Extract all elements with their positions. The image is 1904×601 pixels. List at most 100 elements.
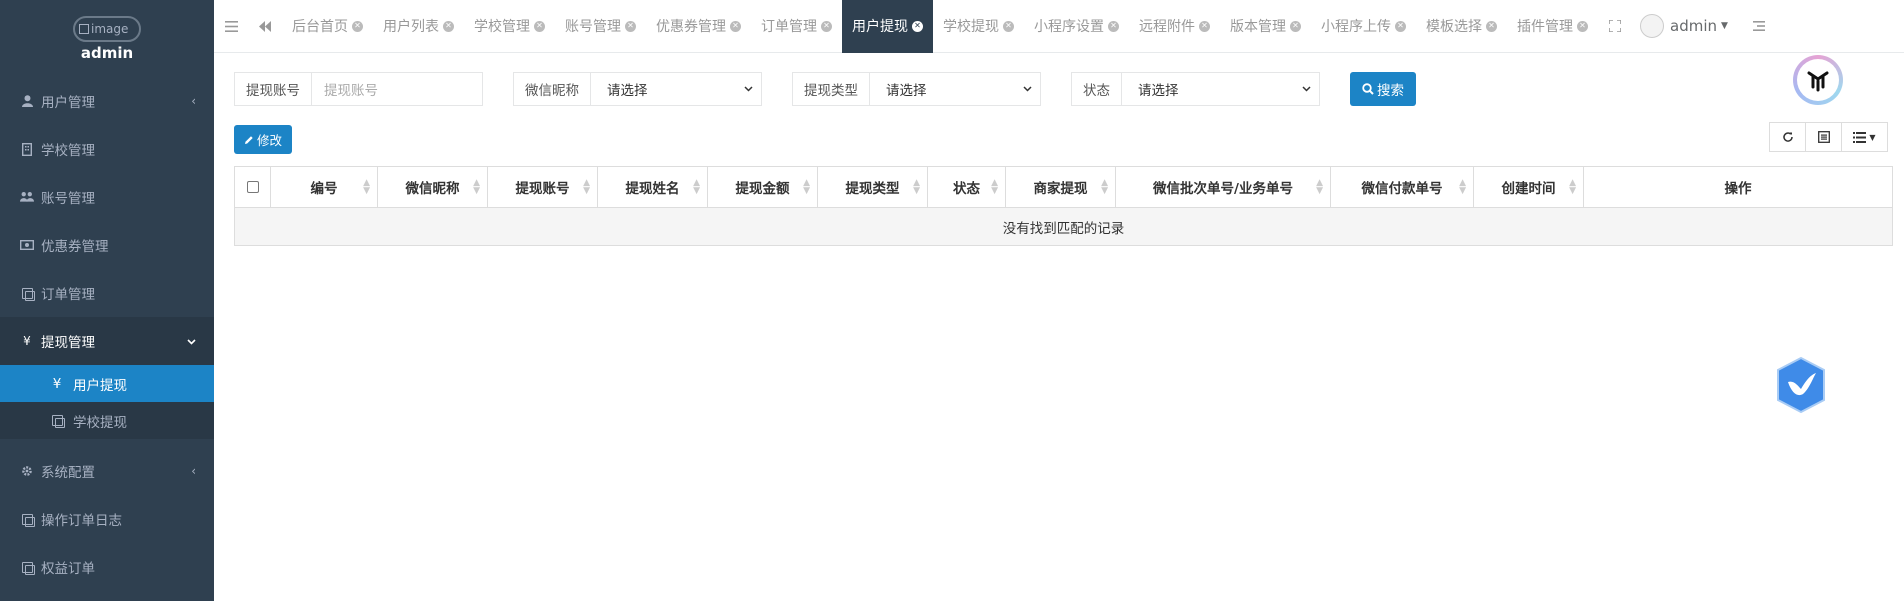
close-icon[interactable]: ✕ (1003, 20, 1014, 32)
toggle-view-button[interactable] (1805, 122, 1842, 152)
sidebar-item-user-management[interactable]: 用户管理 ‹ (0, 77, 214, 125)
column-header[interactable]: 提现金额 ▲ ▼ (708, 167, 818, 207)
close-icon[interactable]: ✕ (352, 20, 363, 32)
column-header[interactable]: 提现类型 ▲ ▼ (818, 167, 928, 207)
tab-label: 后台首页 (292, 19, 348, 35)
column-header-label: 提现账号 (515, 181, 570, 197)
tab-item[interactable]: 插件管理 ✕ (1507, 0, 1598, 53)
user-menu[interactable]: admin ▼ (1640, 14, 1728, 38)
tab-item[interactable]: 学校管理 ✕ (464, 0, 555, 53)
edit-button[interactable]: 修改 (234, 125, 293, 154)
tab-item[interactable]: 学校提现 ✕ (933, 0, 1024, 53)
tab-item[interactable]: 后台首页 ✕ (282, 0, 373, 53)
status-filter: 状态 请选择 (1071, 72, 1320, 106)
sidebar-subitem-school-withdraw[interactable]: 学校提现 (0, 402, 214, 439)
sort-icon: ▲ ▼ (473, 177, 480, 196)
table-tools: ▼ (1769, 122, 1888, 152)
tab-item[interactable]: 用户列表 ✕ (373, 0, 464, 53)
account-filter-label: 提现账号 (235, 73, 312, 105)
column-header[interactable]: 微信批次单号/业务单号 ▲ ▼ (1116, 167, 1331, 207)
tab-label: 订单管理 (761, 19, 817, 35)
tab-item[interactable]: 订单管理 ✕ (751, 0, 842, 53)
close-icon[interactable]: ✕ (1108, 20, 1119, 32)
tab-label: 小程序上传 (1321, 19, 1391, 35)
column-header[interactable]: 微信付款单号 ▲ ▼ (1331, 167, 1474, 207)
withdraw-table: 编号 ▲ ▼ 微信昵称 ▲ ▼ 提现账号 ▲ ▼ 提现姓名 ▲ ▼ 提现金额 ▲ ▼ 提现类型 ▲ ▼ 状态 ▲ ▼ 商家… (234, 166, 1893, 246)
close-icon[interactable]: ✕ (1486, 20, 1497, 32)
sidebar-item-school-management[interactable]: 学校管理 (0, 125, 214, 173)
status-select-value: 请选择 (1138, 83, 1179, 99)
user-icon (20, 95, 34, 107)
pencil-icon (245, 135, 253, 144)
tab-item[interactable]: 账号管理 ✕ (555, 0, 646, 53)
tab-item[interactable]: 版本管理 ✕ (1220, 0, 1311, 53)
tab-label: 插件管理 (1517, 19, 1573, 35)
search-button[interactable]: 搜索 (1350, 72, 1416, 106)
account-input[interactable]: 提现账号 (312, 73, 482, 105)
nickname-filter: 微信昵称 请选择 (513, 72, 762, 106)
sort-icon: ▲ ▼ (1459, 177, 1466, 196)
select-all-checkbox[interactable] (246, 181, 259, 193)
close-icon[interactable]: ✕ (1290, 20, 1301, 32)
type-select[interactable]: 请选择 (870, 73, 1040, 105)
sort-icon: ▲ ▼ (363, 177, 370, 196)
column-header[interactable]: 商家提现 ▲ ▼ (1006, 167, 1116, 207)
yen-icon: ¥ (23, 334, 31, 348)
column-header[interactable]: 提现姓名 ▲ ▼ (598, 167, 708, 207)
sort-icon: ▲ ▼ (693, 177, 700, 196)
columns-button[interactable]: ▼ (1841, 122, 1888, 152)
sidebar-username[interactable]: admin (81, 44, 133, 62)
column-header[interactable]: 状态 ▲ ▼ (928, 167, 1006, 207)
sidebar-item-system-config[interactable]: 系统配置 ‹ (0, 447, 214, 495)
assistant-float-icon[interactable] (1793, 55, 1843, 105)
tab-label: 远程附件 (1139, 19, 1195, 35)
account-filter: 提现账号 提现账号 (234, 72, 483, 106)
type-select-value: 请选择 (886, 83, 927, 99)
close-icon[interactable]: ✕ (912, 20, 923, 32)
logo-area: image admin (0, 0, 214, 77)
close-icon[interactable]: ✕ (730, 20, 741, 32)
tab-item[interactable]: 用户提现 ✕ (842, 0, 933, 53)
column-header[interactable]: 操作 (1584, 167, 1892, 207)
sort-icon: ▲ ▼ (583, 177, 590, 196)
menu-toggle-icon[interactable] (214, 0, 248, 53)
scroll-left-icon[interactable] (248, 0, 282, 53)
bird-float-icon[interactable] (1774, 356, 1828, 414)
tab-item[interactable]: 优惠券管理 ✕ (646, 0, 751, 53)
close-icon[interactable]: ✕ (1199, 20, 1210, 32)
fullscreen-icon[interactable] (1598, 0, 1632, 53)
sidebar-item-label: 操作订单日志 (41, 513, 122, 529)
close-icon[interactable]: ✕ (1577, 20, 1588, 32)
column-header[interactable]: 编号 ▲ ▼ (271, 167, 378, 207)
column-header[interactable]: 微信昵称 ▲ ▼ (378, 167, 488, 207)
column-header-label: 创建时间 (1501, 181, 1556, 197)
sidebar-item-coupon-management[interactable]: 优惠券管理 (0, 221, 214, 269)
column-header[interactable]: 创建时间 ▲ ▼ (1474, 167, 1584, 207)
sidebar-item-equity-orders[interactable]: 权益订单 (0, 543, 214, 591)
column-header-label: 微信付款单号 (1361, 181, 1443, 197)
tab-label: 版本管理 (1230, 19, 1286, 35)
close-icon[interactable]: ✕ (625, 20, 636, 32)
close-icon[interactable]: ✕ (534, 20, 545, 32)
sidebar-item-order-management[interactable]: 订单管理 (0, 269, 214, 317)
status-select[interactable]: 请选择 (1122, 73, 1319, 105)
column-header[interactable]: 提现账号 ▲ ▼ (488, 167, 598, 207)
refresh-button[interactable] (1769, 122, 1806, 152)
nickname-select[interactable]: 请选择 (591, 73, 761, 105)
close-icon[interactable]: ✕ (443, 20, 454, 32)
refresh-icon (1782, 132, 1793, 142)
sidebar-item-account-management[interactable]: 账号管理 (0, 173, 214, 221)
tab-item[interactable]: 模板选择 ✕ (1416, 0, 1507, 53)
tab-label: 账号管理 (565, 19, 621, 35)
type-filter-label: 提现类型 (793, 73, 870, 105)
sidebar-item-withdraw-management[interactable]: ¥ 提现管理 (0, 317, 214, 365)
close-icon[interactable]: ✕ (1395, 20, 1406, 32)
tab-item[interactable]: 远程附件 ✕ (1129, 0, 1220, 53)
sidebar-subitem-user-withdraw[interactable]: ¥ 用户提现 (0, 365, 214, 402)
sidebar-item-operation-log[interactable]: 操作订单日志 (0, 495, 214, 543)
tab-item[interactable]: 小程序上传 ✕ (1311, 0, 1416, 53)
column-header-label: 微信昵称 (405, 181, 460, 197)
right-menu-icon[interactable] (1742, 0, 1776, 53)
tab-item[interactable]: 小程序设置 ✕ (1024, 0, 1129, 53)
close-icon[interactable]: ✕ (821, 20, 832, 32)
